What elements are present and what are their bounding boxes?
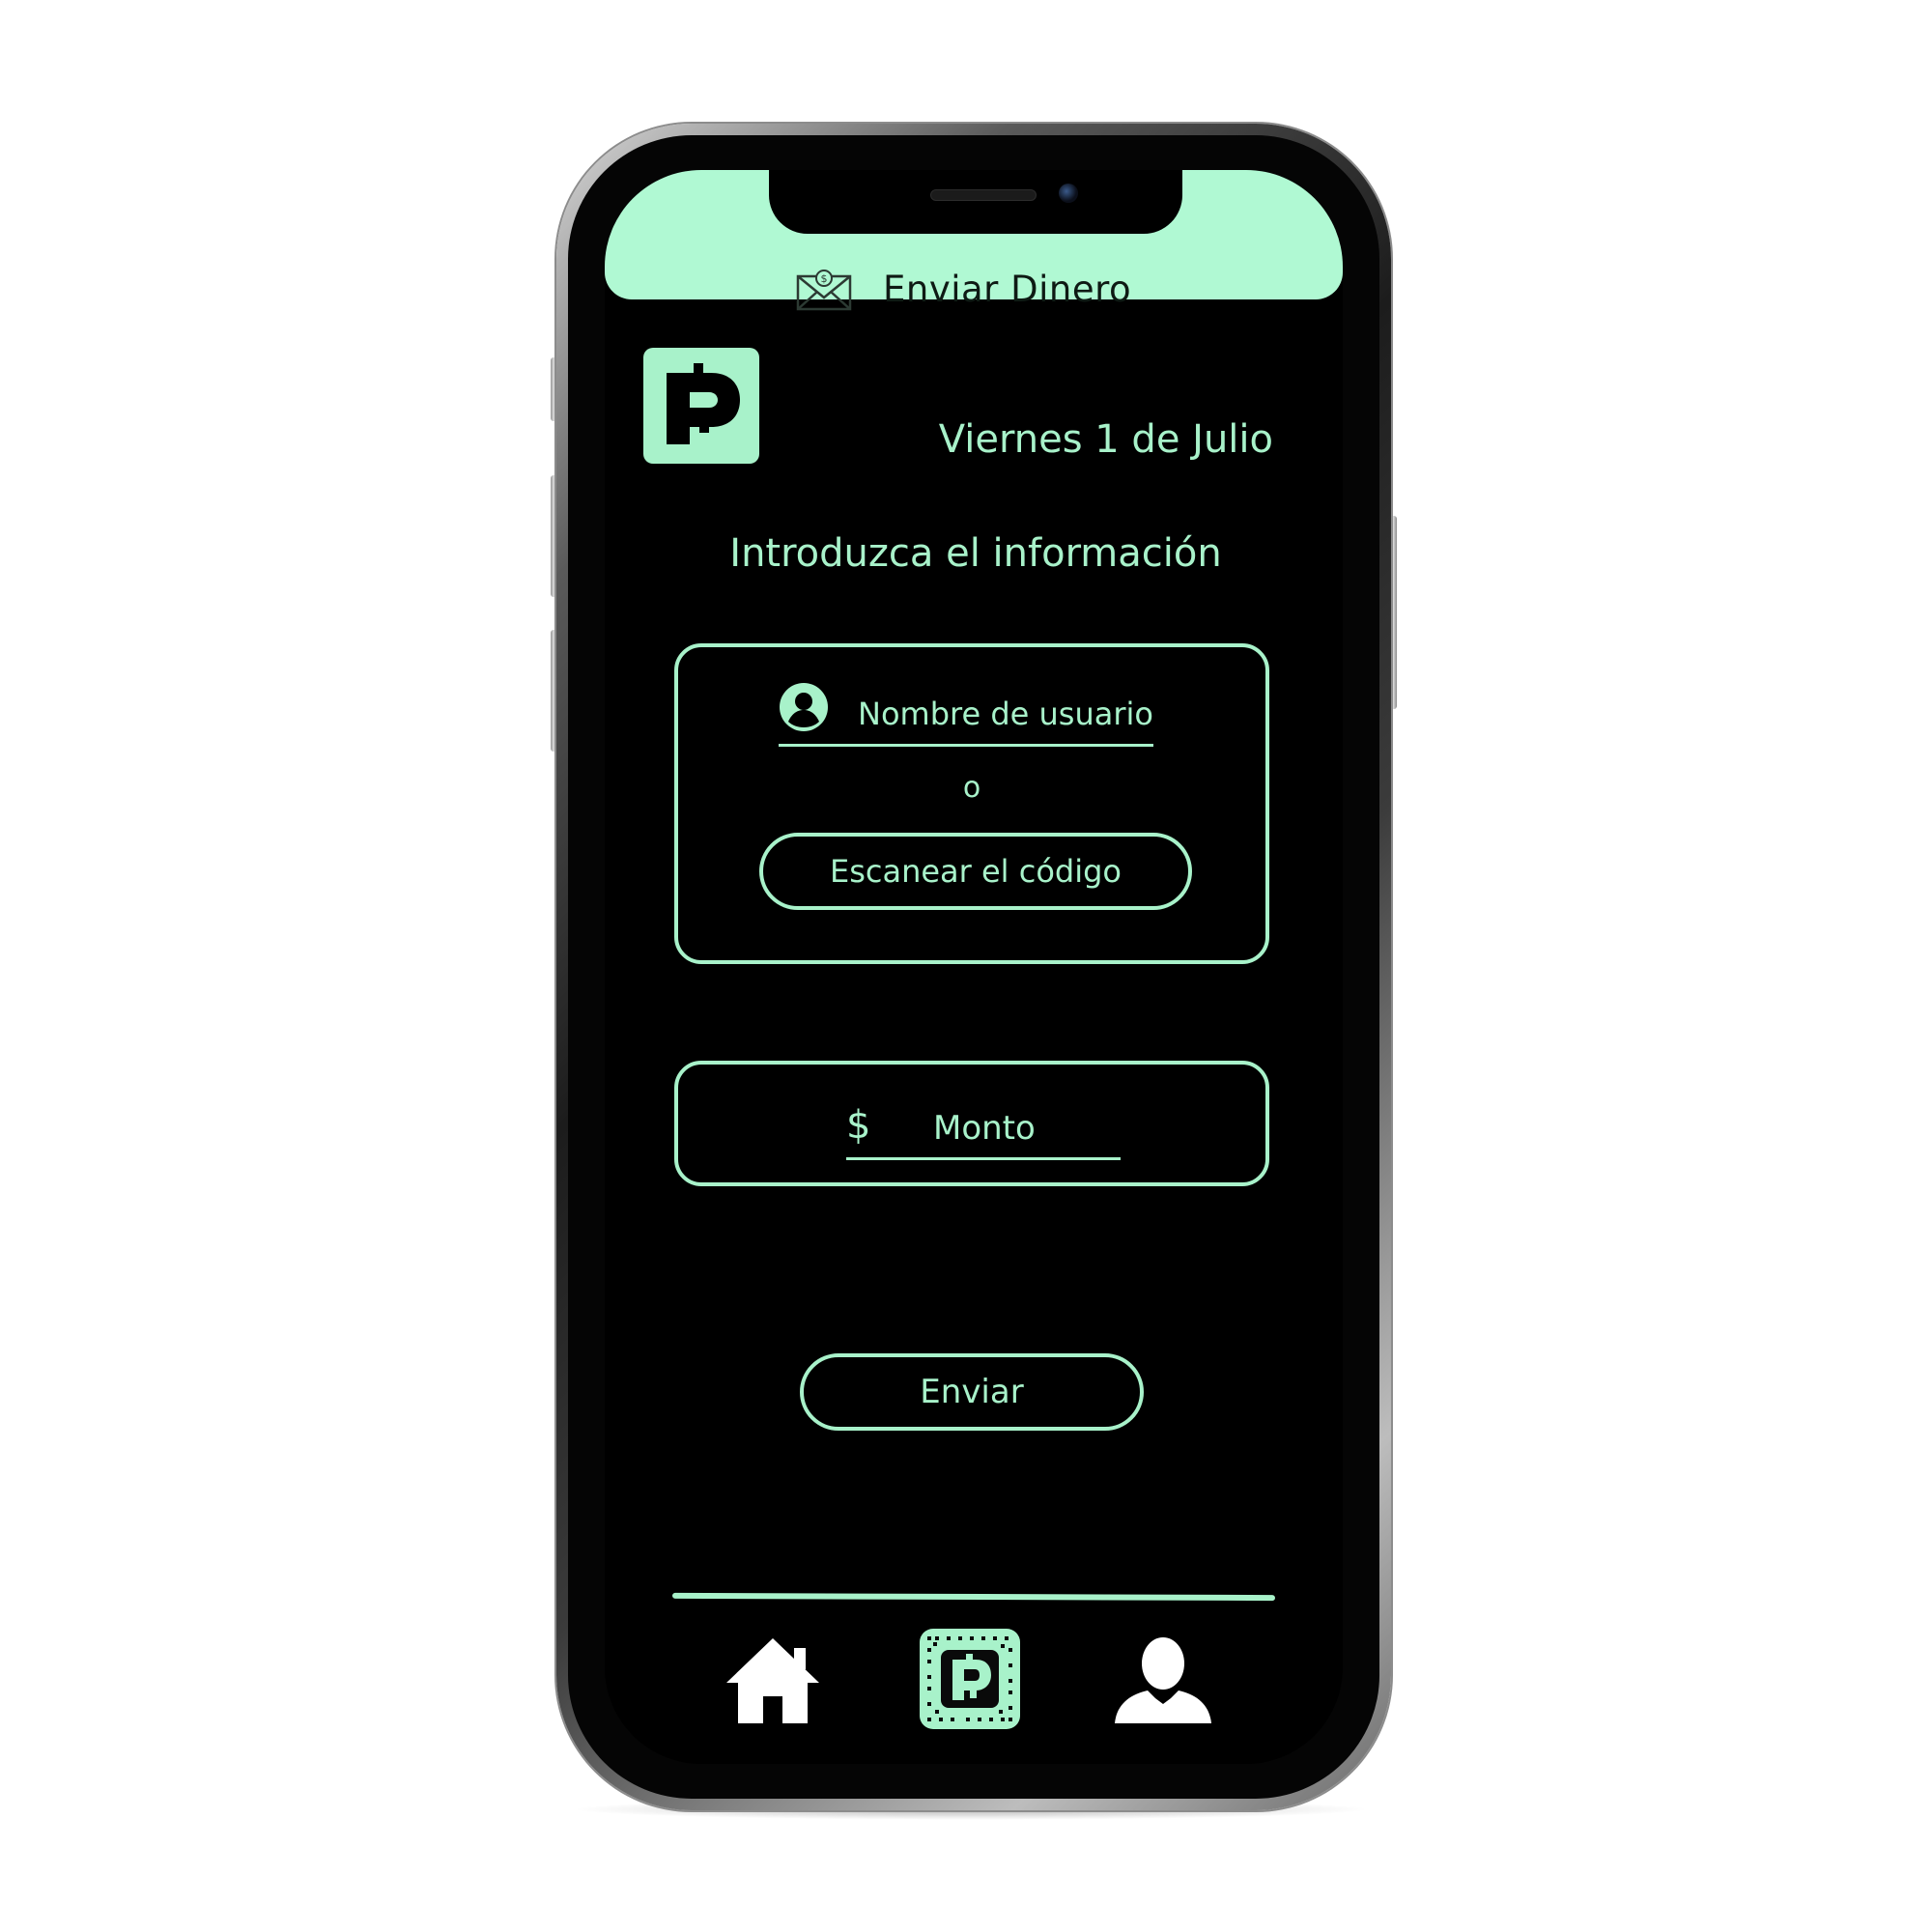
username-field[interactable]: Nombre de usuario — [779, 682, 1153, 747]
or-separator: o — [962, 771, 981, 805]
nav-divider — [671, 1592, 1276, 1602]
phone-speaker — [930, 189, 1037, 201]
recipient-panel: Nombre de usuario o Escanear el código — [674, 643, 1269, 964]
amount-panel: $ Monto — [674, 1061, 1269, 1186]
amount-field[interactable]: $ Monto — [846, 1099, 1121, 1160]
nav-profile[interactable] — [1113, 1634, 1213, 1735]
page-title: Enviar Dinero — [883, 269, 1132, 310]
nav-home[interactable] — [723, 1634, 823, 1735]
phone-notch — [769, 170, 1182, 234]
app-logo — [643, 348, 759, 464]
money-envelope-icon: $ — [796, 270, 852, 311]
amount-placeholder: Monto — [933, 1109, 1036, 1148]
phone-bezel: $ Enviar Dinero Viernes 1 de Julio Intro… — [568, 135, 1379, 1799]
app-logo-icon — [667, 363, 740, 444]
header-title: $ Enviar Dinero — [605, 267, 1343, 325]
scan-code-button[interactable]: Escanear el código — [759, 833, 1192, 910]
send-button[interactable]: Enviar — [800, 1353, 1144, 1431]
phone-frame: $ Enviar Dinero Viernes 1 de Julio Intro… — [556, 124, 1391, 1810]
profile-icon — [1115, 1637, 1211, 1723]
date-label: Viernes 1 de Julio — [938, 417, 1273, 462]
username-placeholder: Nombre de usuario — [858, 696, 1153, 732]
user-circle-icon — [780, 683, 828, 731]
pay-qr-icon — [920, 1629, 1020, 1729]
currency-symbol: $ — [846, 1103, 871, 1148]
home-icon — [726, 1638, 819, 1723]
svg-text:$: $ — [821, 272, 828, 285]
app-screen: $ Enviar Dinero Viernes 1 de Julio Intro… — [605, 170, 1343, 1764]
form-prompt: Introduzca el información — [729, 531, 1222, 576]
phone-camera — [1059, 184, 1078, 203]
nav-pay[interactable] — [920, 1629, 1020, 1729]
